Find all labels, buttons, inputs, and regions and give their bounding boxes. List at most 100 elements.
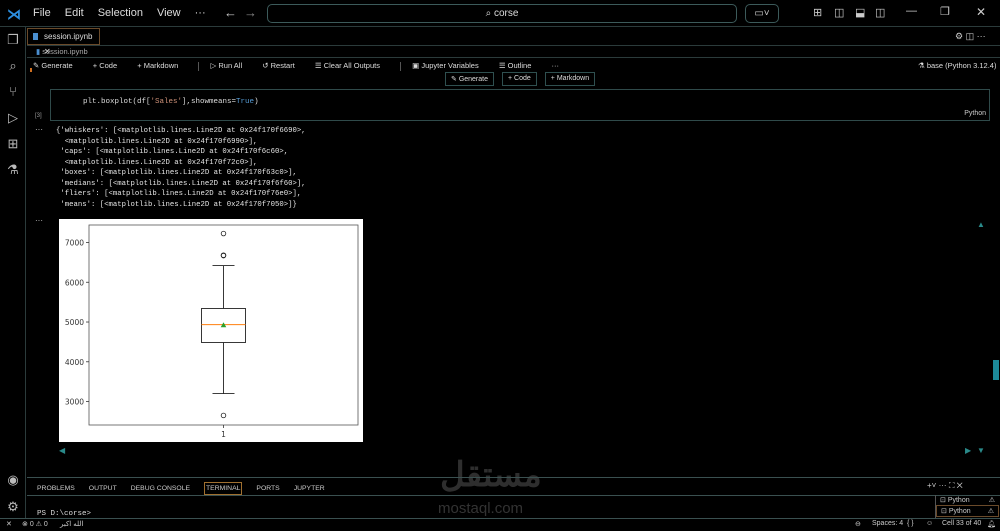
manage-gear-icon[interactable]: ⚙	[5, 499, 21, 515]
extensions-icon[interactable]: ⊞	[5, 136, 21, 152]
search-icon[interactable]: ⌕	[5, 58, 21, 74]
remote-icon[interactable]: ✕	[6, 520, 12, 528]
scroll-up-arrow-icon[interactable]: ▲	[977, 220, 985, 229]
toggle-sidebar-icon[interactable]: ◫	[834, 6, 844, 19]
back-arrow-icon[interactable]: ←	[224, 5, 237, 20]
scroll-left-arrow-icon[interactable]: ◀	[59, 446, 65, 455]
menu-selection[interactable]: Selection	[98, 7, 143, 19]
notebook-toolbar: ✎ Generate + Code + Markdown ▷ Run All ↺…	[33, 61, 568, 71]
tab-output[interactable]: OUTPUT	[89, 483, 117, 494]
jupyter-variables-button[interactable]: ▣ Jupyter Variables	[412, 61, 488, 70]
divider	[27, 477, 1000, 478]
separator	[400, 61, 402, 71]
divider	[27, 495, 1000, 496]
forward-arrow-icon[interactable]: →	[244, 5, 257, 20]
language-braces[interactable]: { }	[907, 520, 914, 527]
minimize-button[interactable]: —	[906, 5, 917, 17]
more-icon[interactable]: ···	[939, 481, 947, 490]
restart-button[interactable]: ↺ Restart	[262, 61, 304, 70]
menu-edit[interactable]: Edit	[65, 7, 84, 19]
copilot-icon[interactable]: ☺	[926, 520, 933, 527]
output-more-icon[interactable]: ···	[35, 125, 43, 134]
y-tick-label: 6000	[65, 278, 84, 287]
clear-outputs-button[interactable]: ☰ Clear All Outputs	[315, 61, 389, 70]
editor-actions: ⚙ ◫ ···	[955, 31, 986, 42]
split-editor-icon[interactable]: ◫	[966, 31, 975, 41]
toggle-panel-icon[interactable]: ⬓	[855, 6, 865, 19]
copilot-button[interactable]: ▭˅	[745, 4, 779, 23]
divider	[27, 57, 1000, 58]
x-tick-label: 1	[221, 430, 226, 439]
testing-icon[interactable]: ⚗	[5, 162, 21, 178]
cell-marker	[30, 68, 32, 72]
customize-layout-icon[interactable]: ⊞	[813, 6, 822, 19]
flask-icon: ⚗	[918, 61, 925, 70]
menu-more[interactable]: ···	[195, 7, 206, 19]
tab-jupyter[interactable]: JUPYTER	[294, 483, 325, 494]
terminal-list: ⊡ Python ⚠ ⊡ Python ⚠	[935, 495, 999, 518]
search-icon: ⌕	[485, 8, 494, 19]
more-actions-icon[interactable]: ···	[977, 31, 986, 41]
watermark-url: mostaql.com	[438, 500, 524, 517]
indentation-status[interactable]: Spaces: 4	[872, 520, 903, 527]
panel-actions: +˅ ··· ⛶ ✕	[927, 481, 963, 491]
menu-view[interactable]: View	[157, 7, 181, 19]
toggle-secondary-sidebar-icon[interactable]: ◫	[875, 6, 885, 19]
run-debug-icon[interactable]: ▷	[5, 110, 21, 126]
search-text: corse	[493, 8, 519, 19]
close-window-button[interactable]: ✕	[976, 5, 986, 19]
close-panel-icon[interactable]: ✕	[957, 481, 963, 490]
explorer-icon[interactable]: ❐	[5, 32, 21, 48]
problems-status[interactable]: ⊗ 0 ⚠ 0	[22, 520, 48, 528]
code-cell[interactable]: plt.boxplot(df['Sales'],showmeans=True) …	[50, 89, 990, 121]
zoom-out-icon[interactable]: ⊖	[855, 520, 861, 528]
divider	[27, 45, 1000, 46]
run-all-button[interactable]: ▷ Run All	[211, 61, 252, 70]
boxplot-chart: 3000 4000 5000 6000 7000 1	[59, 219, 363, 442]
status-bar: ✕ ⊗ 0 ⚠ 0 الله اكبر ⊖ Spaces: 4 { } ☺ Ce…	[0, 518, 1000, 531]
menu-file[interactable]: File	[33, 7, 51, 19]
tab-debug-console[interactable]: DEBUG CONSOLE	[131, 483, 190, 494]
settings-gear-icon[interactable]: ⚙	[955, 31, 963, 41]
outline-button[interactable]: ☰ Outline	[499, 61, 541, 70]
insert-code-button[interactable]: + Code	[502, 72, 537, 86]
output-more-icon[interactable]: ···	[35, 216, 43, 225]
terminal-item[interactable]: ⊡ Python ⚠	[936, 495, 999, 505]
separator	[198, 61, 200, 71]
new-terminal-icon[interactable]: +˅	[927, 481, 936, 490]
terminal-item[interactable]: ⊡ Python ⚠	[936, 505, 999, 517]
warning-icon: ⚠	[987, 508, 994, 515]
vertical-scrollbar-thumb[interactable]	[993, 360, 999, 380]
notifications-bell-icon[interactable]: 🔔︎	[987, 520, 996, 528]
tab-ports[interactable]: PORTS	[256, 483, 279, 494]
scroll-right-arrow-icon[interactable]: ▶	[965, 446, 971, 455]
tab-terminal[interactable]: TERMINAL	[204, 482, 243, 495]
account-icon[interactable]: ◉	[5, 472, 21, 488]
maximize-panel-icon[interactable]: ⛶	[949, 481, 955, 490]
scroll-down-arrow-icon[interactable]: ▼	[977, 446, 985, 455]
more-button[interactable]: ···	[552, 61, 560, 70]
tab-session-ipynb[interactable]: session.ipynb ✕	[27, 28, 100, 56]
cell-position[interactable]: Cell 33 of 40	[942, 520, 981, 527]
add-code-button[interactable]: + Code	[93, 61, 126, 70]
cell-language[interactable]: Python	[964, 110, 986, 117]
insert-markdown-button[interactable]: + Markdown	[544, 72, 596, 86]
insert-generate-button[interactable]: ✎ Generate	[445, 72, 494, 86]
execution-count: [3]	[35, 113, 42, 119]
chart-background	[59, 219, 363, 442]
tab-problems[interactable]: PROBLEMS	[37, 483, 75, 494]
search-box[interactable]: ⌕ corse	[267, 4, 737, 23]
y-tick-label: 4000	[65, 358, 84, 367]
activity-bar: ❐ ⌕ ⑂ ▷ ⊞ ⚗ ◉ ⚙	[0, 27, 26, 518]
terminal-prompt[interactable]: PS D:\corse>	[37, 510, 91, 518]
code-editor[interactable]: plt.boxplot(df['Sales'],showmeans=True)	[83, 98, 259, 106]
breadcrumb[interactable]: ▮ session.ipynb	[36, 47, 88, 56]
breadcrumb-label: session.ipynb	[42, 47, 88, 56]
kernel-picker[interactable]: ⚗ base (Python 3.12.4)	[918, 61, 996, 70]
title-bar: ⋊ File Edit Selection View ··· ← → ⌕ corse ▭…	[0, 0, 1000, 27]
generate-button[interactable]: ✎ Generate	[33, 61, 82, 70]
add-markdown-button[interactable]: + Markdown	[137, 61, 187, 70]
notebook-file-icon	[33, 33, 38, 40]
restore-button[interactable]: ❐	[940, 5, 950, 18]
source-control-icon[interactable]: ⑂	[5, 84, 21, 100]
